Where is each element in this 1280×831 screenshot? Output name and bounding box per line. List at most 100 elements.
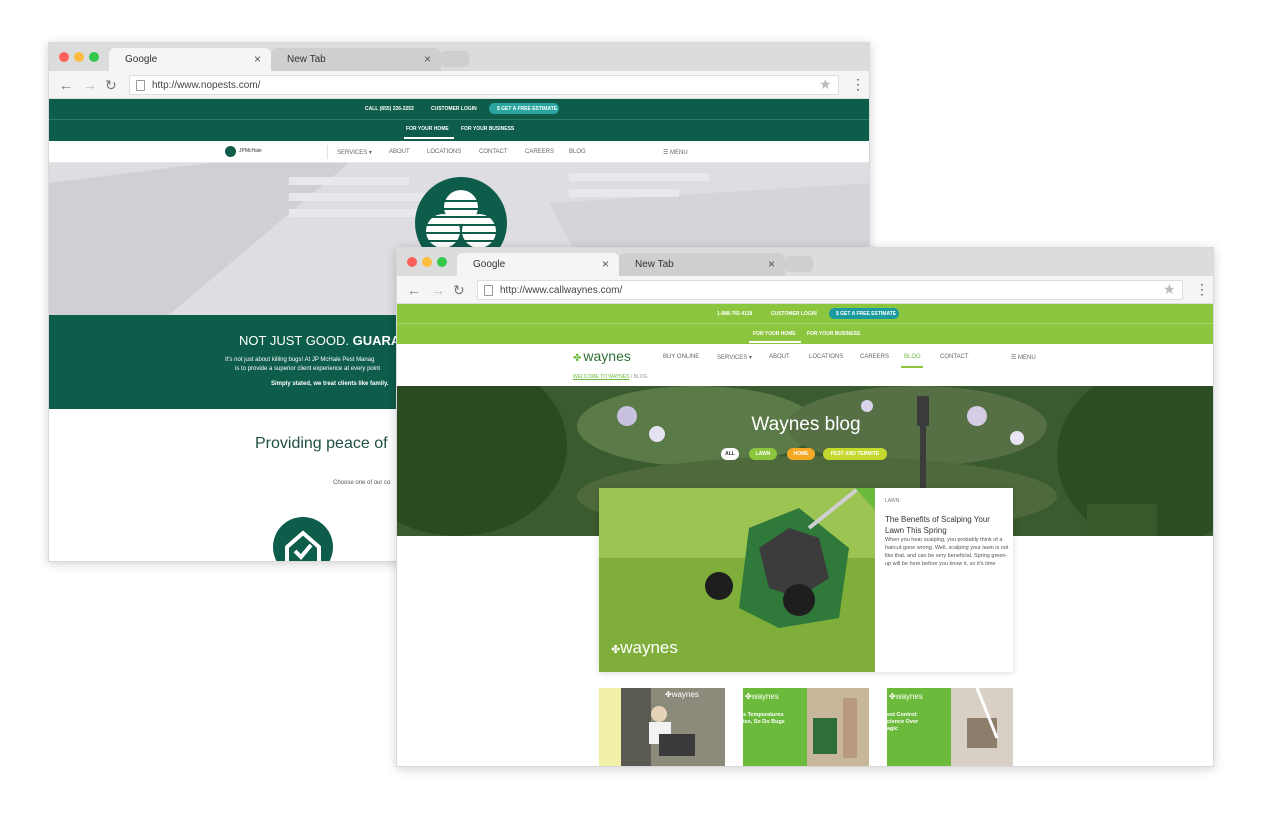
nav-locations[interactable]: LOCATIONS bbox=[427, 149, 461, 155]
phone-link[interactable]: 1-888-765-4118 bbox=[717, 311, 752, 317]
nav-careers[interactable]: CAREERS bbox=[525, 149, 554, 155]
breadcrumb-current: BLOG bbox=[633, 374, 648, 380]
forward-arrow-icon[interactable]: → bbox=[83, 77, 97, 93]
tab-for-your-home[interactable]: FOR YOUR HOME bbox=[406, 126, 449, 132]
post-category: LAWN bbox=[885, 498, 900, 504]
clover-logo-icon[interactable] bbox=[225, 146, 236, 157]
tab-google[interactable]: Google × bbox=[109, 48, 271, 71]
blog-title: Waynes blog bbox=[751, 414, 861, 435]
close-icon[interactable]: × bbox=[424, 52, 431, 66]
tab-label: New Tab bbox=[635, 259, 674, 270]
child-photo bbox=[621, 688, 725, 766]
waynes-logo[interactable]: ✤ waynes bbox=[573, 348, 631, 364]
active-underline bbox=[749, 341, 801, 343]
peace-heading: Providing peace of bbox=[255, 435, 388, 452]
nav-buy-online[interactable]: BUY ONLINE bbox=[663, 354, 699, 360]
reload-icon[interactable]: ↻ bbox=[105, 77, 117, 94]
leaf-logo-icon: ✤ bbox=[573, 353, 582, 364]
filter-home[interactable]: HOME bbox=[787, 448, 815, 460]
filter-pest-and-termite[interactable]: PEST AND TERMITE bbox=[823, 448, 887, 460]
url-input[interactable]: http://www.nopests.com/ bbox=[129, 75, 839, 95]
nav-menu[interactable]: ☰ MENU bbox=[1011, 354, 1036, 361]
nav-about[interactable]: ABOUT bbox=[389, 149, 410, 155]
close-window-button[interactable] bbox=[59, 52, 69, 62]
filter-all[interactable]: ALL bbox=[721, 448, 739, 460]
url-text: http://www.nopests.com/ bbox=[152, 80, 261, 91]
tab-label: New Tab bbox=[287, 54, 326, 65]
call-link[interactable]: CALL (855) 226-2253 bbox=[365, 106, 414, 112]
post-title[interactable]: The Benefits of Scalping Your Lawn This … bbox=[885, 514, 1009, 536]
tab-new-tab[interactable]: New Tab × bbox=[271, 48, 441, 71]
new-tab-button[interactable] bbox=[441, 51, 469, 67]
featured-post-card[interactable]: ✤waynes LAWN The Benefits of Scalping Yo… bbox=[599, 488, 1013, 672]
intro-line-3: Simply stated, we treat clients like fam… bbox=[271, 381, 389, 387]
close-icon[interactable]: × bbox=[254, 52, 261, 66]
bookmark-star-icon[interactable]: ★ bbox=[819, 76, 832, 93]
thumb-title: est Control: cience Over agic bbox=[887, 712, 919, 732]
thumb-title: s Temperatures ise, So Do Bugs bbox=[743, 712, 785, 725]
page-icon bbox=[484, 285, 493, 296]
bookmark-star-icon[interactable]: ★ bbox=[1163, 281, 1176, 298]
minimize-window-button[interactable] bbox=[74, 52, 84, 62]
breadcrumb-home-link[interactable]: WELCOME TO WAYNES bbox=[573, 374, 630, 380]
nav-locations[interactable]: LOCATIONS bbox=[809, 354, 843, 360]
browser-menu-icon[interactable]: ⋮ bbox=[1195, 281, 1209, 298]
filter-lawn[interactable]: LAWN bbox=[749, 448, 777, 460]
free-estimate-button[interactable]: $ GET A FREE ESTIMATE bbox=[489, 103, 559, 114]
nav-services[interactable]: SERVICES ▾ bbox=[337, 149, 372, 156]
choose-text: Choose one of our co bbox=[333, 480, 391, 486]
tab-bar: Google × New Tab × bbox=[397, 248, 1213, 276]
post-thumbnail-1[interactable]: ✤waynes bbox=[599, 688, 725, 766]
back-arrow-icon[interactable]: ← bbox=[407, 282, 421, 298]
browser-window-waynes: Google × New Tab × ← → ↻ http://www.call… bbox=[396, 247, 1214, 767]
reload-icon[interactable]: ↻ bbox=[453, 282, 465, 299]
image-logo: ✤waynes bbox=[611, 638, 678, 657]
nav-contact[interactable]: CONTACT bbox=[940, 354, 969, 360]
nav-services[interactable]: SERVICES ▾ bbox=[717, 354, 752, 361]
featured-post-image[interactable]: ✤waynes bbox=[599, 488, 875, 672]
utility-bar: CALL (855) 226-2253 CUSTOMER LOGIN $ GET… bbox=[49, 99, 869, 141]
tab-for-your-home[interactable]: FOR YOUR HOME bbox=[753, 331, 796, 337]
nav-about[interactable]: ABOUT bbox=[769, 354, 790, 360]
section-heading: NOT JUST GOOD. GUARANT bbox=[239, 333, 418, 348]
nav-careers[interactable]: CAREERS bbox=[860, 354, 889, 360]
logo-text[interactable]: JPMcHale bbox=[239, 148, 262, 154]
post-thumbnail-2[interactable]: ✤waynes s Temperatures ise, So Do Bugs bbox=[743, 688, 869, 766]
post-thumbnail-3[interactable]: ✤waynes est Control: cience Over agic bbox=[887, 688, 1013, 766]
free-estimate-button[interactable]: $ GET A FREE ESTIMATE bbox=[829, 308, 899, 319]
tab-new-tab[interactable]: New Tab × bbox=[619, 253, 785, 276]
nav-menu[interactable]: ☰ MENU bbox=[663, 149, 688, 156]
close-window-button[interactable] bbox=[407, 257, 417, 267]
forward-arrow-icon[interactable]: → bbox=[431, 282, 445, 298]
close-icon[interactable]: × bbox=[602, 257, 609, 271]
minimize-window-button[interactable] bbox=[422, 257, 432, 267]
nav-blog[interactable]: BLOG bbox=[569, 149, 586, 155]
breadcrumb: WELCOME TO WAYNES / BLOG bbox=[573, 374, 648, 380]
main-nav: ✤ waynes BUY ONLINE SERVICES ▾ ABOUT LOCA… bbox=[397, 344, 1213, 368]
customer-login-link[interactable]: CUSTOMER LOGIN bbox=[431, 106, 477, 112]
close-icon[interactable]: × bbox=[768, 257, 775, 271]
maximize-window-button[interactable] bbox=[437, 257, 447, 267]
nav-blog[interactable]: BLOG bbox=[904, 354, 921, 360]
tab-label: Google bbox=[125, 54, 158, 65]
customer-login-link[interactable]: CUSTOMER LOGIN bbox=[771, 311, 817, 317]
tab-for-your-business[interactable]: FOR YOUR BUSINESS bbox=[807, 331, 860, 337]
home-service-icon[interactable] bbox=[273, 517, 333, 561]
tab-for-your-business[interactable]: FOR YOUR BUSINESS bbox=[461, 126, 514, 132]
new-tab-button[interactable] bbox=[785, 256, 813, 272]
intro-line-2: is to provide a superior client experien… bbox=[235, 366, 381, 372]
tab-bar: Google × New Tab × bbox=[49, 43, 869, 71]
address-bar-row: ← → ↻ http://www.callwaynes.com/ ★ ⋮ bbox=[397, 276, 1213, 304]
active-underline bbox=[901, 366, 923, 368]
nav-contact[interactable]: CONTACT bbox=[479, 149, 508, 155]
divider bbox=[327, 145, 328, 159]
browser-menu-icon[interactable]: ⋮ bbox=[851, 76, 865, 93]
tab-google[interactable]: Google × bbox=[457, 253, 619, 276]
main-nav: JPMcHale SERVICES ▾ ABOUT LOCATIONS CONT… bbox=[49, 141, 869, 163]
url-input[interactable]: http://www.callwaynes.com/ bbox=[477, 280, 1183, 300]
tab-label: Google bbox=[473, 259, 506, 270]
intro-line-1: It's not just about killing bugs! At JP … bbox=[225, 357, 375, 363]
divider bbox=[49, 119, 869, 120]
maximize-window-button[interactable] bbox=[89, 52, 99, 62]
back-arrow-icon[interactable]: ← bbox=[59, 77, 73, 93]
